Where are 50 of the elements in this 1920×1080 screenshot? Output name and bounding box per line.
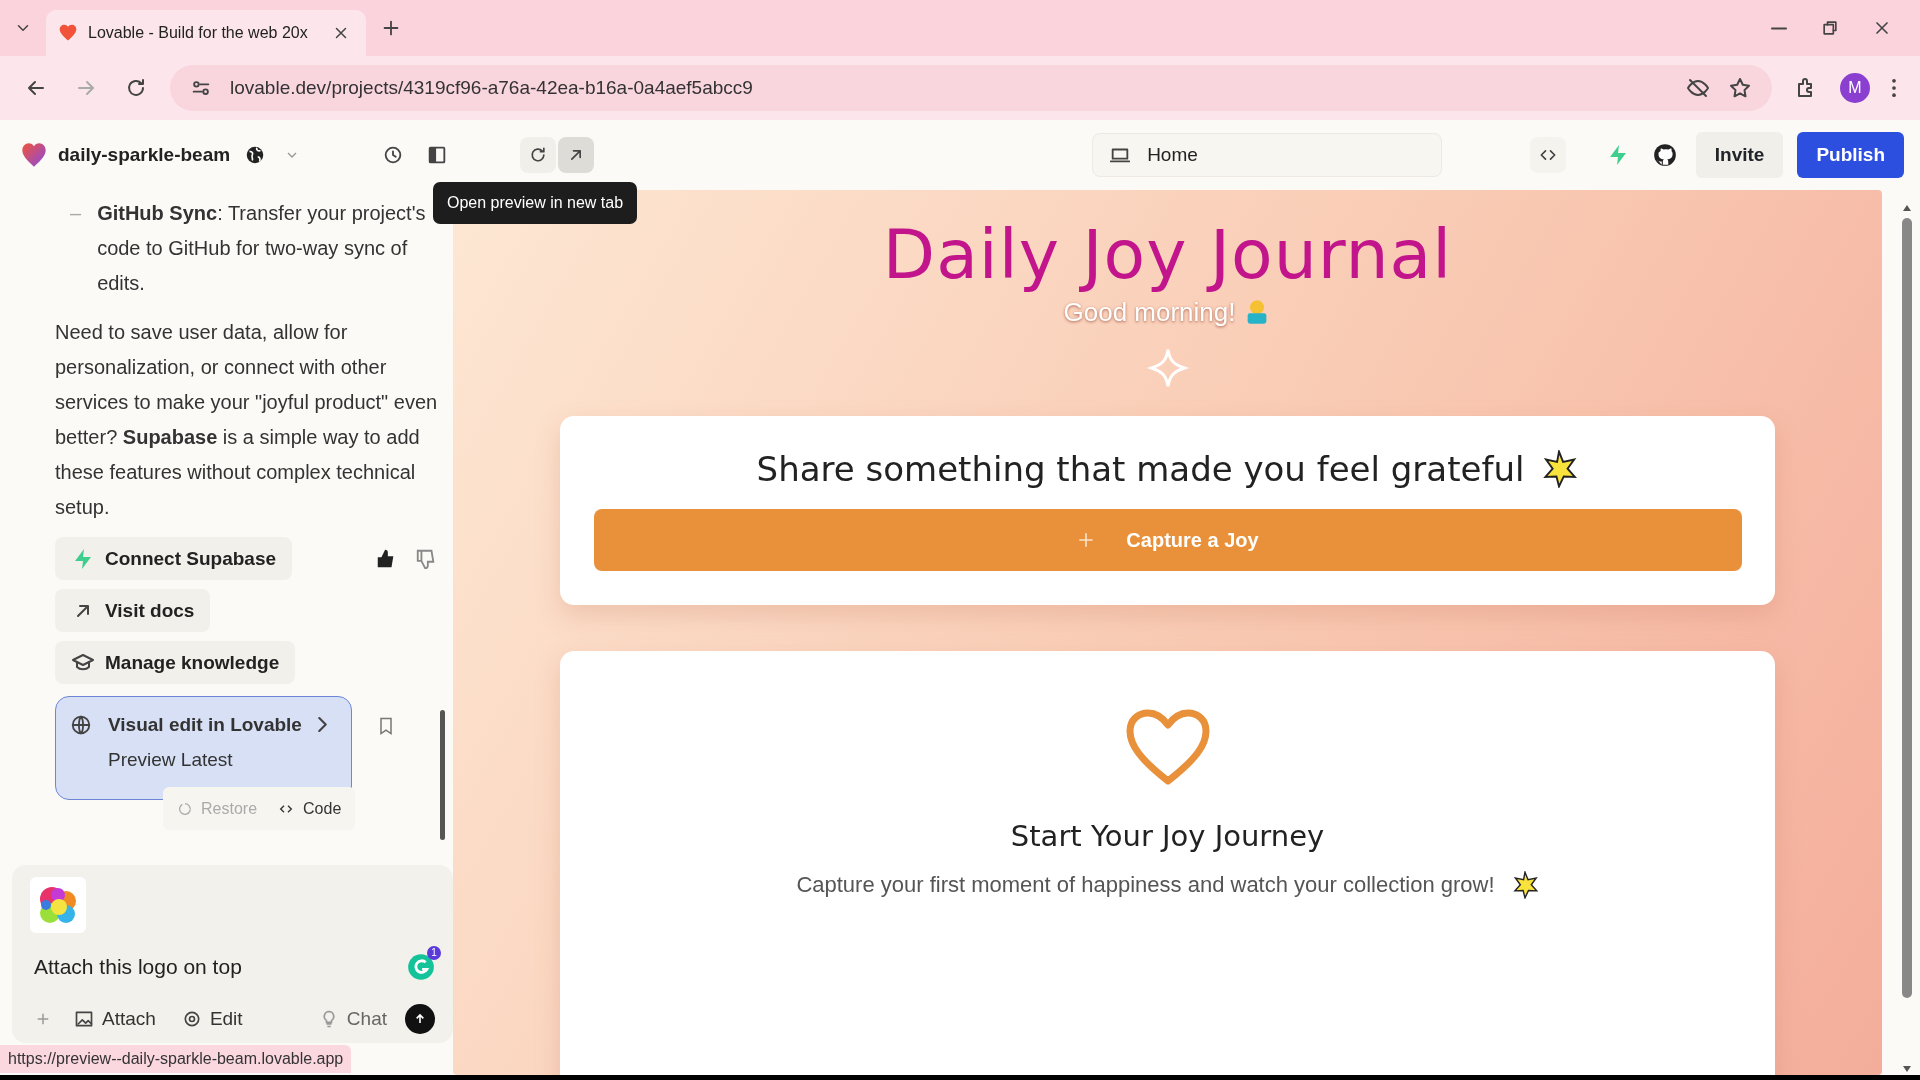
scrollbar[interactable] [440, 710, 445, 840]
thumbs-down-icon [415, 547, 437, 570]
manage-knowledge-button[interactable]: Manage knowledge [55, 641, 296, 684]
open-in-new-tab-button[interactable] [558, 137, 595, 173]
project-name[interactable]: daily-sparkle-beam [58, 140, 231, 170]
address-bar[interactable]: lovable.dev/projects/4319cf96-a76a-42ea-b16a-0a4aef5abcc9 [170, 65, 1772, 111]
card-heading: Share something that made you feel grateful [756, 447, 1525, 491]
tab-title: Lovable - Build for the web 20x [88, 23, 309, 43]
send-button[interactable] [405, 1003, 435, 1034]
heart-icon [1125, 708, 1210, 785]
invite-button[interactable]: Invite [1695, 131, 1784, 179]
message-input[interactable]: Attach this logo on top [30, 951, 407, 983]
visit-docs-button[interactable]: Visit docs [55, 589, 211, 632]
browser-tab[interactable]: Lovable - Build for the web 20x [46, 10, 366, 56]
globe-icon [70, 713, 92, 736]
edit-button[interactable]: Edit [173, 1002, 251, 1035]
greeting-text: Good morning! [1063, 295, 1236, 329]
eye-off-icon[interactable] [1686, 76, 1710, 100]
version-card[interactable]: Visual edit in Lovable Preview Latest [55, 696, 352, 800]
profile-avatar[interactable]: M [1840, 73, 1870, 103]
publish-button[interactable]: Publish [1797, 131, 1904, 179]
route-text: Home [1147, 142, 1198, 167]
connect-supabase-button[interactable]: Connect Supabase [55, 537, 293, 580]
list-bullet: – [70, 201, 82, 226]
github-icon [1651, 142, 1678, 168]
more-vertical-icon [1892, 79, 1896, 97]
notification-badge: 1 [427, 945, 441, 960]
code-view-button[interactable] [1529, 137, 1566, 173]
restore-window-icon [1820, 18, 1840, 38]
list-item-text: GitHub Sync: Transfer your project's code to GitHub for two-way sync of edits. [97, 201, 427, 296]
tooltip: Open preview in new tab [433, 182, 638, 224]
version-subtitle: Preview Latest [108, 748, 234, 772]
heart-logo-icon [20, 141, 48, 169]
minimize-icon [1770, 26, 1788, 30]
route-field[interactable]: Home [1092, 133, 1443, 177]
app-title: Daily Joy Journal [882, 218, 1453, 293]
chevron-right-icon [317, 717, 327, 732]
star-icon [1510, 870, 1539, 899]
attach-button[interactable]: Attach [66, 1002, 164, 1035]
star-icon[interactable] [1728, 76, 1752, 100]
chat-mode-button[interactable]: Chat [310, 1002, 395, 1035]
message-paragraph: Need to save user data, allow for personalization, or connect with other services to make your "joyful product" even better? Supabase is a simple way to add these features without complex technical setup. [55, 320, 439, 520]
url-text: lovable.dev/projects/4319cf96-a76a-42ea-b16a-0a4aef5abcc9 [230, 75, 754, 100]
version-title: Visual edit in Lovable [108, 713, 302, 737]
restore-icon [177, 800, 193, 817]
refresh-preview-button[interactable] [520, 137, 557, 173]
empty-state-title: Start Your Joy Journey [1010, 817, 1325, 855]
empty-state-text: Capture your first moment of happiness and watch your collection grow! [796, 871, 1495, 900]
heart-logo-icon [58, 23, 78, 43]
scrollbar[interactable] [1902, 218, 1912, 998]
